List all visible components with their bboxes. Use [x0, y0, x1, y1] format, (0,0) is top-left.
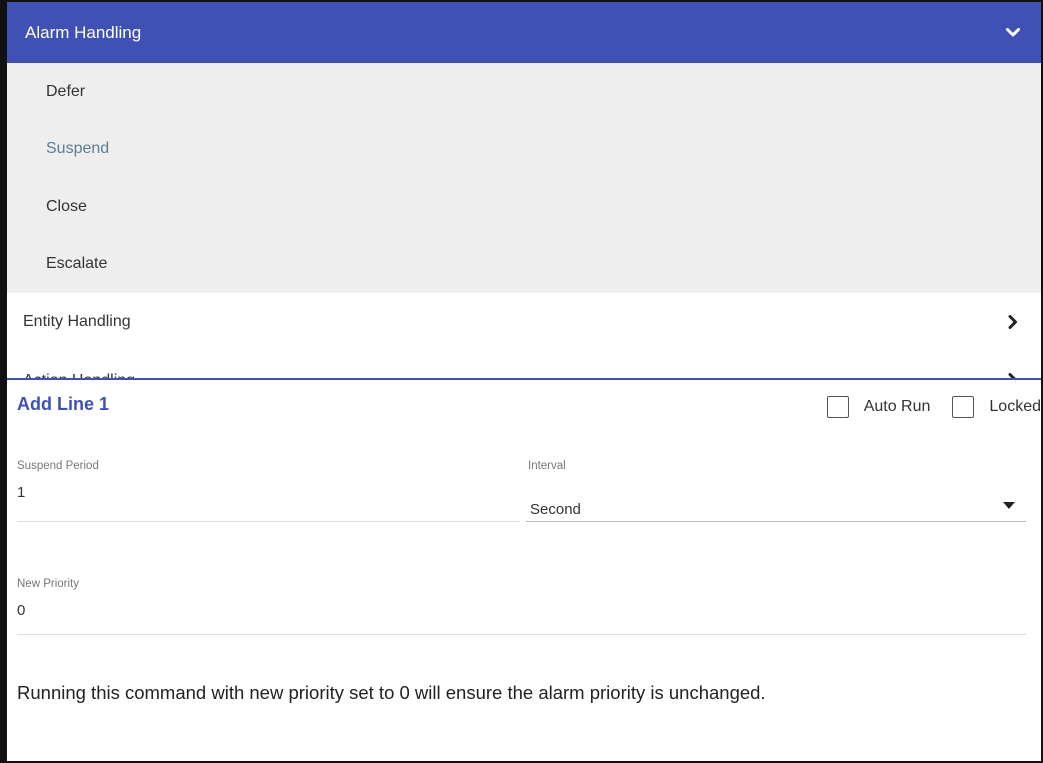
- command-menu: Alarm Handling Defer Suspend Close Escal…: [7, 2, 1041, 380]
- entity-handling-label: Entity Handling: [23, 312, 131, 330]
- new-priority-label: New Priority: [17, 578, 79, 590]
- alarm-handling-submenu: Defer Suspend Close Escalate: [7, 63, 1041, 293]
- locked-label: Locked: [989, 398, 1041, 415]
- new-priority-input[interactable]: 0: [17, 602, 25, 619]
- auto-run-option[interactable]: Auto Run: [826, 396, 931, 418]
- help-text: Running this command with new priority s…: [17, 682, 766, 703]
- interval-underline: [526, 521, 1026, 522]
- interval-label: Interval: [528, 460, 566, 472]
- suspend-period-label: Suspend Period: [17, 460, 99, 472]
- dropdown-arrow-icon[interactable]: [1003, 502, 1015, 509]
- interval-select[interactable]: Second: [530, 501, 581, 517]
- menu-item-suspend[interactable]: Suspend: [7, 121, 1041, 179]
- alarm-handling-title: Alarm Handling: [25, 22, 142, 42]
- form-options: Auto Run Locked: [826, 396, 1041, 418]
- auto-run-checkbox[interactable]: [826, 396, 849, 418]
- menu-item-label: Escalate: [46, 255, 108, 273]
- alarm-handling-header[interactable]: Alarm Handling: [7, 2, 1041, 63]
- chevron-right-icon: [1003, 370, 1023, 378]
- add-line-form: Add Line 1 Auto Run Locked Suspend Perio…: [7, 380, 1041, 761]
- menu-item-escalate[interactable]: Escalate: [7, 236, 1041, 294]
- menu-item-close[interactable]: Close: [7, 178, 1041, 236]
- entity-handling-row[interactable]: Entity Handling: [7, 293, 1041, 350]
- action-handling-row[interactable]: Action Handling: [7, 350, 1041, 378]
- form-title: Add Line 1: [17, 394, 110, 414]
- locked-checkbox[interactable]: [952, 396, 975, 418]
- chevron-right-icon: [1003, 312, 1023, 332]
- menu-item-label: Defer: [46, 82, 86, 100]
- suspend-period-input[interactable]: 1: [17, 484, 25, 501]
- suspend-period-underline: [17, 521, 520, 522]
- chevron-down-icon[interactable]: [1003, 23, 1023, 43]
- auto-run-label: Auto Run: [863, 398, 931, 415]
- new-priority-underline: [17, 634, 1026, 635]
- action-handling-label: Action Handling: [23, 372, 1003, 378]
- menu-item-defer[interactable]: Defer: [7, 63, 1041, 121]
- locked-option[interactable]: Locked: [952, 396, 1041, 418]
- menu-item-label: Suspend: [46, 140, 110, 158]
- menu-item-label: Close: [46, 197, 87, 215]
- dialog-frame: Alarm Handling Defer Suspend Close Escal…: [0, 0, 1043, 763]
